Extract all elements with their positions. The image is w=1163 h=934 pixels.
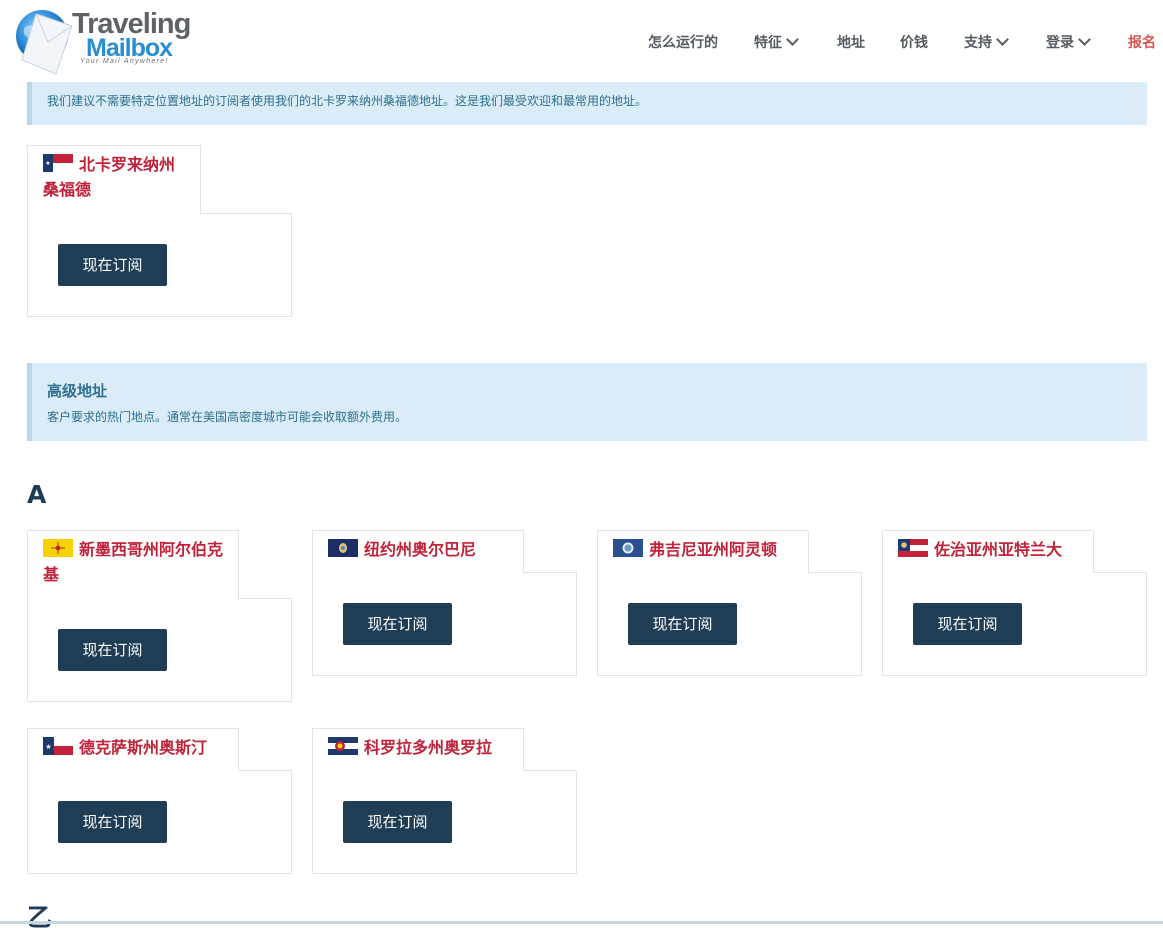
section-letter-b: 乙 [27,903,53,932]
section-letter-a: A [27,480,47,509]
location-tab-arlington[interactable]: 弗吉尼亚州阿灵顿 [597,530,809,573]
svg-text:★: ★ [45,160,50,167]
location-card-austin: 现在订阅 [27,770,292,874]
nav-addresses[interactable]: 地址 [837,32,865,52]
nav-label: 支持 [964,35,992,51]
location-card-sanford: 现在订阅 [27,213,292,317]
premium-heading: 高级地址 [47,382,108,400]
nav-login[interactable]: 登录 [1046,32,1091,52]
location-card-arlington: 现在订阅 [597,572,862,676]
colorado-flag-icon [328,737,358,755]
nav-label: 特征 [754,35,782,51]
location-tab-austin[interactable]: ★ 德克萨斯州奥斯汀 [27,728,239,771]
location-name: ★ 北卡罗来纳州桑福德 [43,152,185,202]
nav-support[interactable]: 支持 [964,32,1009,52]
location-label: 佐治亚州亚特兰大 [934,540,1063,559]
recommendation-text: 我们建议不需要特定位置地址的订阅者使用我们的北卡罗来纳州桑福德地址。这是我们最受… [47,94,648,108]
location-name: 弗吉尼亚州阿灵顿 [613,537,793,562]
site-header: Traveling Mailbox Your Mail Anywhere! 怎么… [0,0,1163,82]
nav-label: 登录 [1046,35,1074,51]
location-label: 科罗拉多州奥罗拉 [364,738,493,757]
subscribe-button[interactable]: 现在订阅 [58,629,167,671]
subscribe-button[interactable]: 现在订阅 [58,801,167,843]
nav-label: 怎么运行的 [648,35,718,51]
location-name: ★ 德克萨斯州奥斯汀 [43,735,223,760]
subscribe-button[interactable]: 现在订阅 [343,603,452,645]
location-tab-albuquerque[interactable]: 新墨西哥州阿尔伯克基 [27,530,239,599]
location-name: 新墨西哥州阿尔伯克基 [43,537,223,587]
georgia-flag-icon [898,539,928,557]
chevron-down-icon [786,33,799,46]
subscribe-button[interactable]: 现在订阅 [58,244,167,286]
brand-logo[interactable]: Traveling Mailbox Your Mail Anywhere! [14,6,199,80]
premium-description: 客户要求的热门地点。通常在美国高密度城市可能会收取额外费用。 [47,410,408,424]
nav-how-it-works[interactable]: 怎么运行的 [648,32,718,52]
nav-label: 价钱 [900,35,928,51]
location-label: 弗吉尼亚州阿灵顿 [649,540,778,559]
location-tab-albany[interactable]: 纽约州奥尔巴尼 [312,530,524,573]
location-label: 德克萨斯州奥斯汀 [79,738,208,757]
globe-envelope-icon [16,10,73,75]
location-tab-atlanta[interactable]: 佐治亚州亚特兰大 [882,530,1094,573]
location-name: 佐治亚州亚特兰大 [898,537,1078,562]
location-tab-aurora[interactable]: 科罗拉多州奥罗拉 [312,728,524,771]
subscribe-button[interactable]: 现在订阅 [628,603,737,645]
subscribe-button[interactable]: 现在订阅 [913,603,1022,645]
location-card-albany: 现在订阅 [312,572,577,676]
nav-features[interactable]: 特征 [754,32,799,52]
location-label: 纽约州奥尔巴尼 [364,540,477,559]
svg-text:★: ★ [45,743,51,751]
nav-signup[interactable]: 报名 [1128,32,1156,52]
location-card-albuquerque: 现在订阅 [27,598,292,702]
nav-pricing[interactable]: 价钱 [900,32,928,52]
location-name: 科罗拉多州奥罗拉 [328,735,508,760]
location-card-atlanta: 现在订阅 [882,572,1147,676]
new-mexico-flag-icon [43,539,73,557]
chevron-down-icon [996,33,1009,46]
location-card-aurora: 现在订阅 [312,770,577,874]
texas-flag-icon: ★ [43,737,73,755]
subscribe-button[interactable]: 现在订阅 [343,801,452,843]
premium-alert: 高级地址 客户要求的热门地点。通常在美国高密度城市可能会收取额外费用。 [27,363,1147,441]
location-tab-sanford[interactable]: ★ 北卡罗来纳州桑福德 [27,145,201,214]
brand-tagline: Your Mail Anywhere! [80,58,169,65]
virginia-flag-icon [613,539,643,557]
north-carolina-flag-icon: ★ [43,154,73,172]
recommendation-alert: 我们建议不需要特定位置地址的订阅者使用我们的北卡罗来纳州桑福德地址。这是我们最受… [27,82,1147,125]
chevron-down-icon [1078,33,1091,46]
location-name: 纽约州奥尔巴尼 [328,537,508,562]
nav-label: 报名 [1128,35,1156,51]
nav-label: 地址 [837,35,865,51]
new-york-flag-icon [328,539,358,557]
